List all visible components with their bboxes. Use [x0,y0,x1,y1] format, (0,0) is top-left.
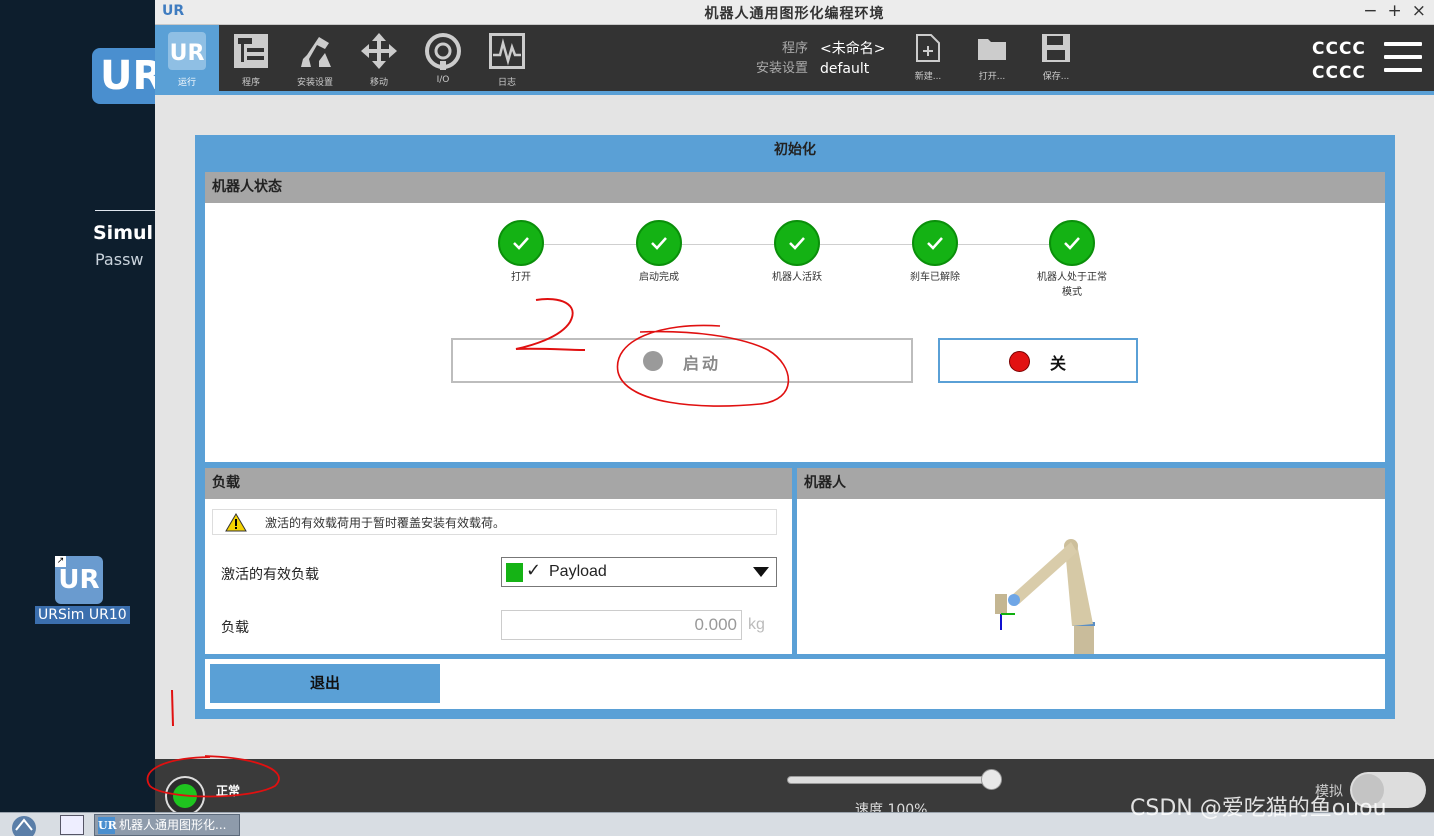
divider [95,210,155,211]
ursim-shortcut-label[interactable]: URSim UR10 [35,606,130,624]
new-file-icon [916,34,940,62]
robot-panel: 机器人 [797,468,1385,654]
check-icon [651,237,667,250]
show-desktop-icon[interactable] [60,815,84,835]
title-bar: UR 机器人通用图形化编程环境 − + × [155,0,1434,25]
payload-mass-label: 负载 [221,620,249,636]
robot-status-text: 正常 [216,784,241,798]
taskbar-app-button[interactable]: UR 机器人通用图形化... [94,814,240,836]
program-name: <未命名> [820,41,886,57]
check-icon [789,237,805,250]
save-disk-icon [1042,34,1070,62]
payload-warning: 激活的有效载荷用于暂时覆盖安装有效载荷。 [212,509,777,535]
log-icon [489,33,525,69]
new-button[interactable]: 新建... [908,33,948,82]
power-on-button[interactable]: 启动 [451,338,913,383]
tab-run[interactable]: UR 运行 [155,25,219,91]
open-button[interactable]: 打开... [972,33,1012,82]
step-booted: 启动完成 [604,220,714,285]
folder-icon [978,39,1006,60]
step-normal-mode: 机器人处于正常 模式 [1018,220,1126,300]
status-normal-icon [173,784,197,808]
robot-state-header: 机器人状态 [205,172,1385,203]
dropdown-arrow-icon [753,567,769,577]
init-steps: 打开 启动完成 机器人活跃 刹车已解除 机器人处于正常 模式 [475,220,1155,300]
tab-io[interactable]: I/O [411,25,475,91]
check-icon [927,237,943,250]
payload-mass-unit: kg [748,616,765,633]
check-icon [1064,237,1080,250]
tab-program[interactable]: 程序 [219,25,283,91]
ur-desktop-logo: UR [92,48,155,104]
app-window: UR 机器人通用图形化编程环境 − + × UR 运行 程序 安装设置 移动 I… [155,0,1434,818]
speed-slider[interactable] [787,776,997,784]
step-power: 打开 [466,220,576,285]
check-icon [513,237,529,250]
main-toolbar: UR 运行 程序 安装设置 移动 I/O 日志 程序 安装设置 <未命名> de… [155,25,1434,95]
robot-status-codes: CCCC CCCC [1312,39,1366,83]
payload-header: 负载 [205,468,792,499]
program-icon [234,34,268,68]
robot-header: 机器人 [797,468,1385,499]
power-off-button[interactable]: 关 [938,338,1138,383]
tab-move[interactable]: 移动 [347,25,411,91]
tab-installation[interactable]: 安装设置 [283,25,347,91]
window-title: 机器人通用图形化编程环境 [704,6,885,22]
ur-taskbar-icon: UR [98,817,117,834]
close-button[interactable]: × [1412,1,1426,21]
robot-arm-3d-icon [995,539,1095,654]
step-brakes-released: 刹车已解除 [880,220,990,285]
ur-logo-icon: UR [168,32,206,70]
shortcut-arrow-icon: ↗ [55,556,66,567]
active-payload-label: 激活的有效负载 [221,567,319,583]
csdn-watermark: CSDN @爱吃猫的鱼ouou [1130,796,1387,821]
installation-label: 安装设置 [755,61,808,76]
speed-slider-handle[interactable] [981,769,1002,790]
initialize-dialog: 初始化 机器人状态 打开 启动完成 机器人活跃 刹车已解除 机器人处于正常 模式… [195,135,1395,719]
move-arrows-icon [361,33,397,69]
installation-name: default [820,61,870,77]
payload-flag-icon [506,563,523,582]
start-menu-icon[interactable] [8,814,40,836]
dialog-title: 初始化 [774,142,816,158]
installation-robot-icon [301,37,331,67]
program-label: 程序 [781,41,808,56]
status-led-icon [643,351,663,371]
payload-panel: 负载 激活的有效载荷用于暂时覆盖安装有效载荷。 激活的有效负载 ✓ Payloa… [205,468,792,654]
hamburger-menu-icon[interactable] [1384,42,1422,74]
step-robot-active: 机器人活跃 [742,220,852,285]
desktop: UR Simul Passw [0,0,155,812]
exit-button[interactable]: 退出 [210,664,440,703]
payload-mass-input[interactable]: 0.000 [501,610,742,640]
stop-led-icon [1009,351,1030,372]
maximize-button[interactable]: + [1388,1,1402,21]
io-icon [425,33,461,70]
tab-log[interactable]: 日志 [475,25,539,91]
active-payload-select[interactable]: ✓ Payload [501,557,777,587]
robot-state-panel: 机器人状态 打开 启动完成 机器人活跃 刹车已解除 机器人处于正常 模式 启动 … [205,172,1385,462]
program-info-labels: 程序 安装设置 [755,39,808,79]
checkmark-icon: ✓ [526,560,542,581]
warning-icon [225,513,247,532]
svg-text:UR: UR [170,41,205,66]
desktop-passw-text: Passw [95,250,144,269]
save-button[interactable]: 保存... [1036,33,1076,82]
desktop-simul-text: Simul [93,222,154,244]
program-info-values: <未命名> default [820,39,885,79]
minimize-button[interactable]: − [1363,1,1377,21]
